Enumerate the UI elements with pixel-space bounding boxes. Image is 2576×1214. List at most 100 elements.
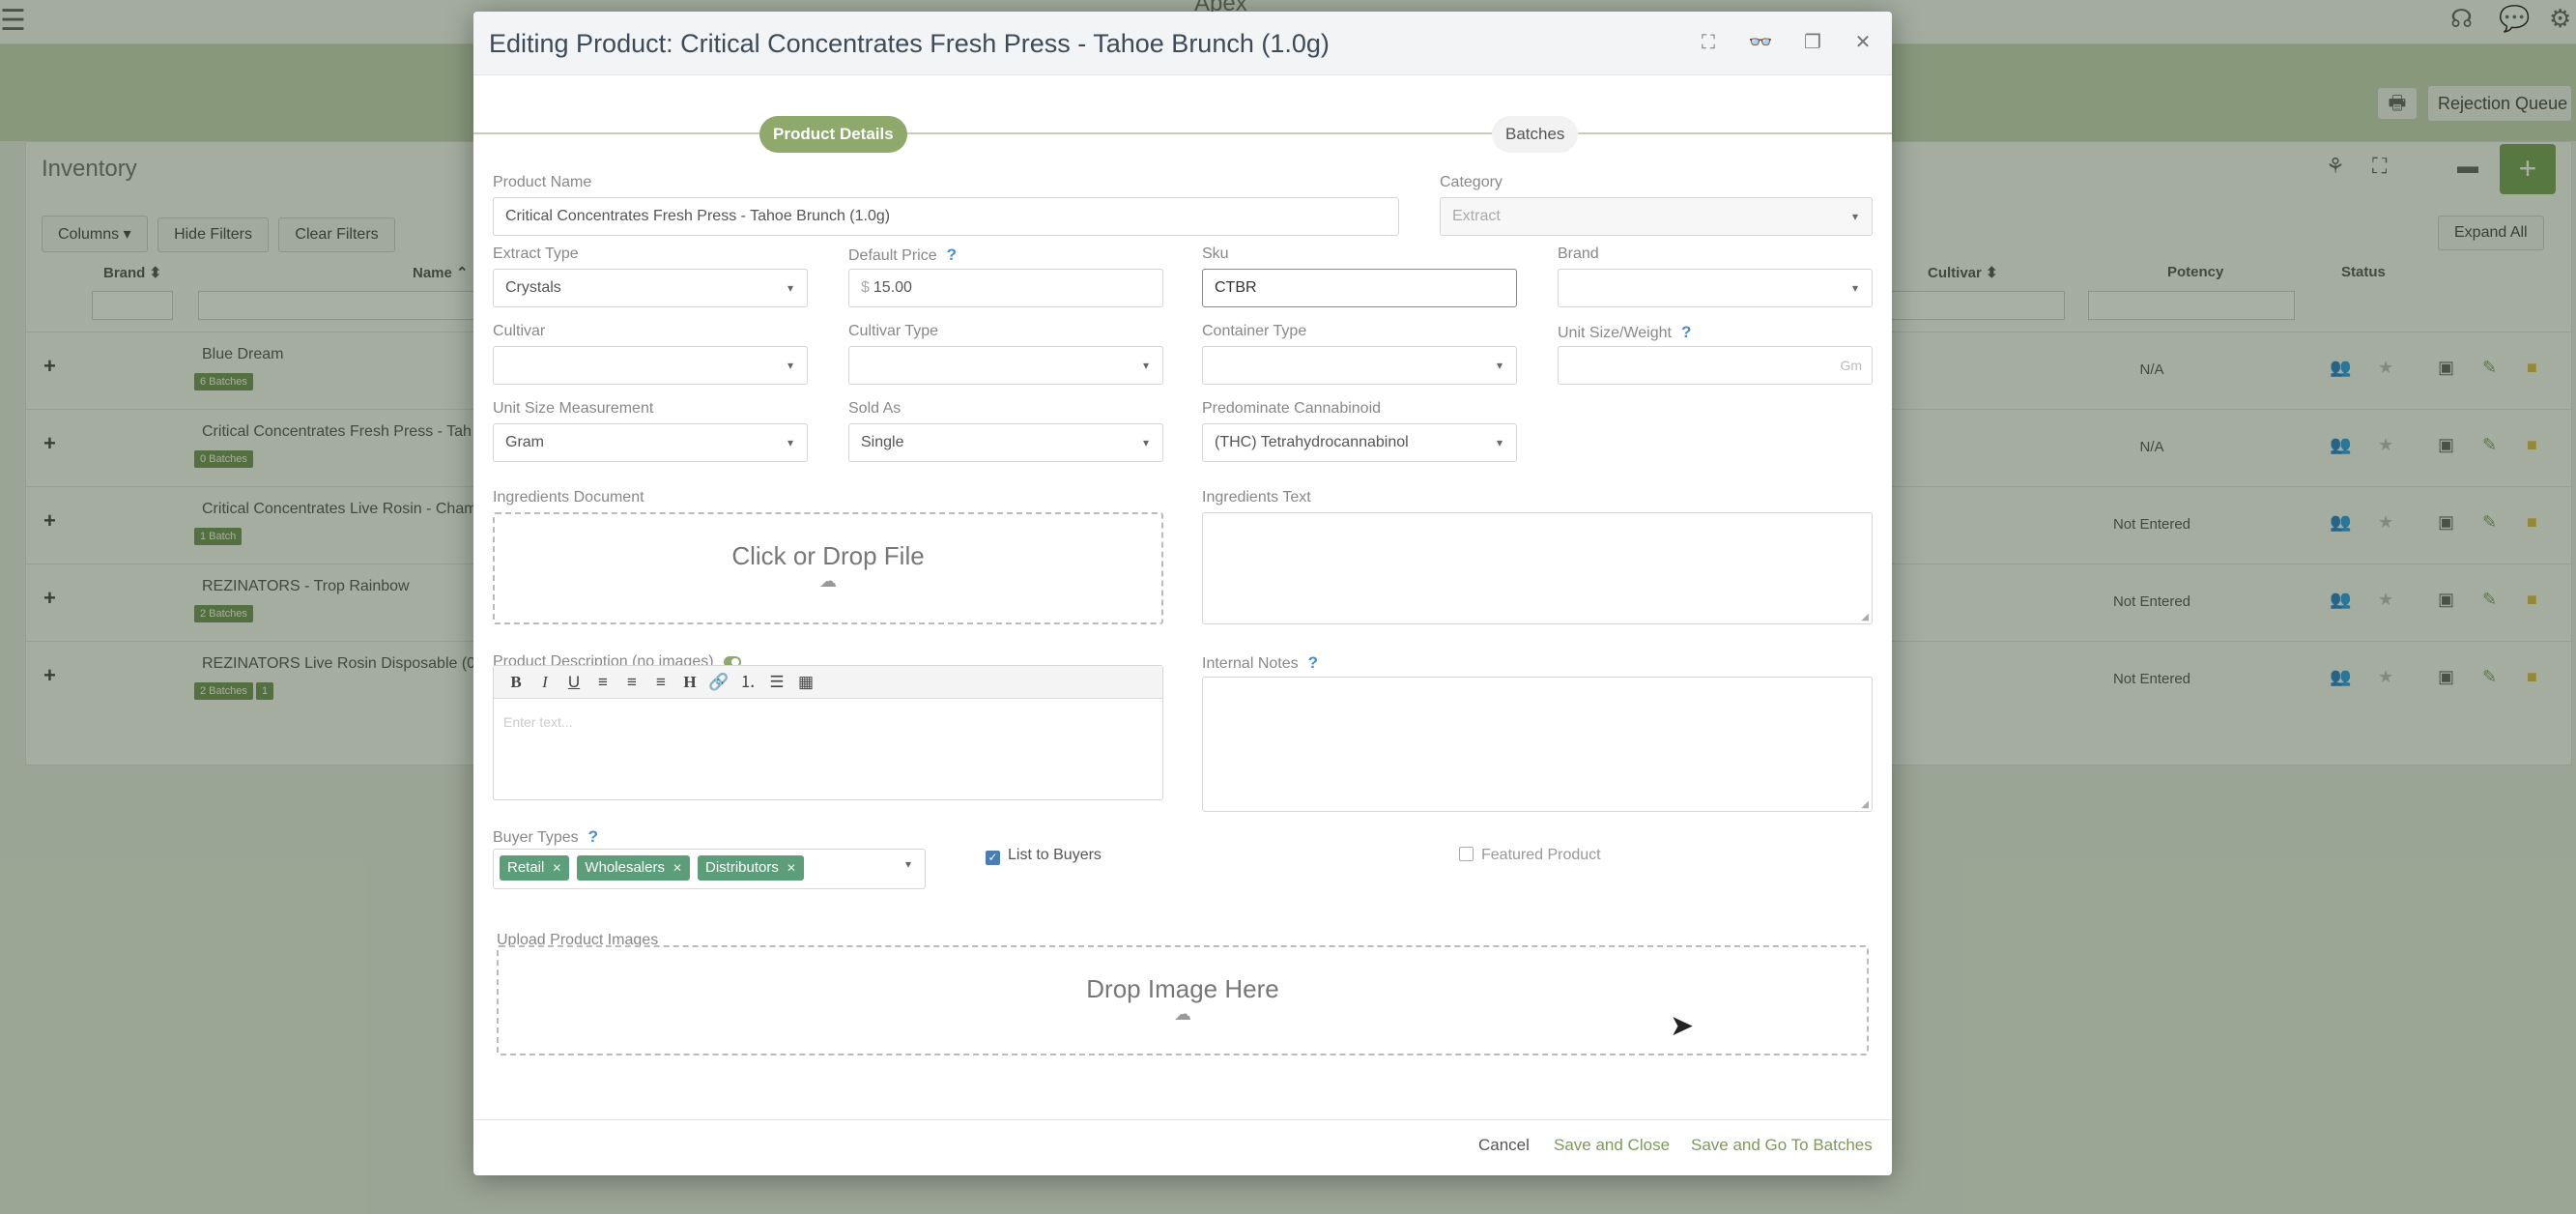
close-icon[interactable]: ✕ bbox=[1849, 29, 1876, 56]
currency-prefix: $ bbox=[861, 279, 870, 296]
sku-input[interactable]: CTBR bbox=[1202, 269, 1517, 307]
ingredients-text-label: Ingredients Text bbox=[1202, 489, 1311, 506]
dropzone-text: Click or Drop File bbox=[731, 541, 925, 570]
underline-icon[interactable]: U bbox=[559, 666, 588, 699]
ordered-list-icon[interactable]: ⒈ bbox=[733, 666, 762, 699]
align-right-icon[interactable]: ≡ bbox=[646, 666, 675, 699]
category-label: Category bbox=[1440, 174, 1503, 190]
resize-handle-icon[interactable]: ◢ bbox=[1861, 612, 1869, 622]
step-product-details[interactable]: Product Details bbox=[759, 116, 907, 153]
editor-toolbar: B I U ≡ ≡ ≡ H 🔗 ⒈ ☰ ▦ bbox=[494, 666, 1162, 699]
save-and-close-button[interactable]: Save and Close bbox=[1554, 1136, 1670, 1155]
ingredients-document-dropzone[interactable]: Click or Drop File ☁ bbox=[493, 512, 1163, 624]
category-select[interactable]: Extract ▾ bbox=[1440, 197, 1873, 236]
sold-as-value: Single bbox=[861, 434, 904, 450]
link-icon[interactable]: 🔗 bbox=[704, 666, 733, 699]
unit-size-weight-label-text: Unit Size/Weight bbox=[1558, 325, 1672, 341]
cloud-upload-icon: ☁ bbox=[819, 571, 837, 591]
help-icon[interactable]: ? bbox=[1681, 323, 1691, 341]
container-type-select[interactable]: ▾ bbox=[1202, 346, 1517, 385]
sku-value: CTBR bbox=[1215, 279, 1257, 296]
help-icon[interactable]: ? bbox=[588, 827, 598, 846]
list-to-buyers-label: List to Buyers bbox=[1008, 847, 1102, 863]
product-description-editor[interactable]: B I U ≡ ≡ ≡ H 🔗 ⒈ ☰ ▦ Enter text... bbox=[493, 665, 1163, 800]
default-price-value: 15.00 bbox=[873, 279, 912, 296]
featured-product-label: Featured Product bbox=[1481, 847, 1601, 863]
upload-images-dropzone[interactable]: Drop Image Here ☁ bbox=[497, 945, 1869, 1055]
featured-product-checkbox[interactable] bbox=[1459, 847, 1474, 861]
fullscreen-icon[interactable]: ⛶ bbox=[1695, 29, 1722, 56]
resize-handle-icon[interactable]: ◢ bbox=[1861, 799, 1869, 810]
chevron-down-icon: ▾ bbox=[1142, 436, 1149, 449]
chevron-down-icon: ▾ bbox=[787, 359, 793, 372]
step-batches[interactable]: Batches bbox=[1492, 116, 1579, 153]
predominate-cannabinoid-value: (THC) Tetrahydrocannabinol bbox=[1215, 434, 1409, 450]
cultivar-select[interactable]: ▾ bbox=[493, 346, 808, 385]
chevron-down-icon: ▾ bbox=[1851, 210, 1858, 223]
chevron-down-icon: ▾ bbox=[1496, 436, 1503, 449]
tag-wholesalers[interactable]: Wholesalers ✕ bbox=[577, 855, 691, 881]
brand-label: Brand bbox=[1558, 246, 1599, 262]
bold-icon[interactable]: B bbox=[501, 666, 530, 699]
tag-label: Retail bbox=[507, 859, 545, 876]
tag-label: Wholesalers bbox=[585, 859, 665, 876]
heading-icon[interactable]: H bbox=[675, 666, 704, 699]
tag-distributors[interactable]: Distributors ✕ bbox=[698, 855, 804, 881]
cloud-upload-icon: ☁ bbox=[1174, 1004, 1191, 1024]
brand-select[interactable]: ▾ bbox=[1558, 269, 1873, 307]
cancel-button[interactable]: Cancel bbox=[1478, 1136, 1530, 1155]
table-icon[interactable]: ▦ bbox=[791, 666, 820, 699]
modal-header: Editing Product: Critical Concentrates F… bbox=[473, 12, 1892, 75]
wizard-steps: Product Details Batches bbox=[473, 104, 1892, 162]
extract-type-label: Extract Type bbox=[493, 246, 579, 262]
align-left-icon[interactable]: ≡ bbox=[588, 666, 617, 699]
ingredients-textarea[interactable]: ◢ bbox=[1202, 512, 1873, 624]
internal-notes-label: Internal Notes? bbox=[1202, 653, 1318, 673]
default-price-label-text: Default Price bbox=[848, 247, 937, 264]
remove-tag-icon[interactable]: ✕ bbox=[552, 861, 561, 875]
cultivar-type-select[interactable]: ▾ bbox=[848, 346, 1163, 385]
buyer-types-label: Buyer Types? bbox=[493, 827, 598, 847]
copy-icon[interactable]: ❐ bbox=[1799, 29, 1826, 56]
modal-title: Editing Product: Critical Concentrates F… bbox=[489, 29, 1330, 58]
align-center-icon[interactable]: ≡ bbox=[617, 666, 646, 699]
remove-tag-icon[interactable]: ✕ bbox=[787, 861, 796, 875]
unit-size-measurement-select[interactable]: Gram ▾ bbox=[493, 423, 808, 462]
tag-label: Distributors bbox=[705, 859, 779, 876]
extract-type-select[interactable]: Crystals ▾ bbox=[493, 269, 808, 307]
chevron-down-icon: ▾ bbox=[1142, 359, 1149, 372]
save-and-go-to-batches-button[interactable]: Save and Go To Batches bbox=[1691, 1136, 1873, 1155]
chevron-down-icon: ▾ bbox=[787, 281, 793, 295]
list-to-buyers-row[interactable]: ✓ List to Buyers bbox=[986, 847, 1102, 865]
italic-icon[interactable]: I bbox=[530, 666, 559, 699]
help-icon[interactable]: ? bbox=[947, 246, 957, 264]
tag-retail[interactable]: Retail ✕ bbox=[500, 855, 570, 881]
unit-size-weight-label: Unit Size/Weight? bbox=[1558, 323, 1691, 342]
buyer-types-multiselect[interactable]: Retail ✕ Wholesalers ✕ Distributors ✕ ▾ bbox=[493, 849, 926, 889]
dropzone-text: Drop Image Here bbox=[1086, 974, 1279, 1003]
default-price-input[interactable]: $15.00 bbox=[848, 269, 1163, 307]
sold-as-label: Sold As bbox=[848, 400, 902, 417]
extract-type-value: Crystals bbox=[505, 279, 561, 296]
featured-product-row[interactable]: Featured Product bbox=[1459, 847, 1601, 864]
product-name-input[interactable]: Critical Concentrates Fresh Press - Taho… bbox=[493, 197, 1399, 236]
chevron-down-icon: ▾ bbox=[1496, 359, 1503, 372]
chevron-down-icon[interactable]: ▾ bbox=[905, 857, 911, 871]
unordered-list-icon[interactable]: ☰ bbox=[762, 666, 791, 699]
sold-as-select[interactable]: Single ▾ bbox=[848, 423, 1163, 462]
ingredients-document-label: Ingredients Document bbox=[493, 489, 644, 506]
unit-size-weight-input[interactable]: Gm bbox=[1558, 346, 1873, 385]
preview-glasses-icon[interactable]: 👓 bbox=[1747, 29, 1774, 56]
cultivar-label: Cultivar bbox=[493, 323, 546, 339]
internal-notes-label-text: Internal Notes bbox=[1202, 655, 1299, 672]
predominate-cannabinoid-label: Predominate Cannabinoid bbox=[1202, 400, 1382, 417]
product-name-value: Critical Concentrates Fresh Press - Taho… bbox=[505, 208, 891, 224]
unit-suffix: Gm bbox=[1840, 358, 1862, 373]
predominate-cannabinoid-select[interactable]: (THC) Tetrahydrocannabinol ▾ bbox=[1202, 423, 1517, 462]
remove-tag-icon[interactable]: ✕ bbox=[673, 861, 682, 875]
unit-size-measurement-label: Unit Size Measurement bbox=[493, 400, 654, 417]
editor-placeholder: Enter text... bbox=[503, 714, 573, 730]
internal-notes-textarea[interactable]: ◢ bbox=[1202, 677, 1873, 812]
help-icon[interactable]: ? bbox=[1308, 653, 1318, 672]
list-to-buyers-checkbox[interactable]: ✓ bbox=[986, 851, 1000, 865]
